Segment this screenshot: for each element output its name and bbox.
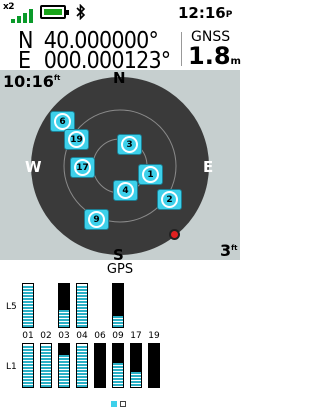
satellite-2[interactable]: 2 [157,189,182,210]
scale-readout: 3ft [220,241,238,260]
clock: 12:16P [178,4,232,22]
compass-east: E [203,158,214,176]
prn-label: 06 [94,331,106,341]
signal-bar-empty [131,344,141,372]
prn-label: 17 [130,331,142,341]
satellite-label: 3 [126,139,133,150]
prn-label: 03 [58,331,70,341]
signal-bar-fill [113,363,123,387]
signal-bar-l5 [58,283,70,328]
satellite-label: 1 [147,169,154,180]
prn-label: 04 [76,331,88,341]
signal-bar-empty [113,344,123,364]
band-label-l5: L5 [6,302,17,312]
clock-time: 12:16 [178,4,226,22]
prn-label: 02 [40,331,52,341]
signal-bar-fill [41,346,51,387]
elevation-readout: 10:16ft [3,72,60,91]
signal-bar-l1 [22,343,34,388]
satellite-1[interactable]: 1 [138,164,163,185]
prn-label: 01 [22,331,34,341]
gnss-accuracy-unit: m [230,56,241,67]
satellite-label: 9 [93,214,100,225]
signal-bar-l5 [112,283,124,328]
signal-strength-icon [11,9,35,23]
signal-bar-l5 [22,283,34,328]
compass-west: W [25,158,42,176]
elevation-value: 10:16 [3,72,54,91]
page-indicator[interactable] [111,392,129,411]
band-label-l1: L1 [6,362,17,372]
satellite-9[interactable]: 9 [84,209,109,230]
elevation-unit: ft [53,74,61,82]
signal-bar-fill [77,346,87,387]
signal-bar-fill [59,309,69,327]
bluetooth-icon [76,3,86,24]
page-dot[interactable] [120,401,126,407]
signal-bar-fill [59,354,69,387]
satellite-4[interactable]: 4 [113,180,138,201]
gnss-accuracy-value: 1.8 [188,42,231,70]
satellite-label: 19 [70,134,83,145]
signal-bar-fill [23,346,33,387]
gnss-accuracy: 1.8m [188,42,241,70]
signal-bar-l1 [148,343,160,388]
satellite-3[interactable]: 3 [117,134,142,155]
satellite-label: 4 [122,185,129,196]
scale-unit: ft [231,244,238,252]
signal-bar-empty [113,284,123,317]
signal-bar-l1 [112,343,124,388]
satellite-17[interactable]: 17 [70,157,95,178]
signal-bar-l1 [40,343,52,388]
constellation-title: GPS [106,262,134,277]
compass-north: N [113,69,126,87]
signal-bar-l1 [130,343,142,388]
divider [181,32,182,66]
prn-label: 19 [148,331,160,341]
signal-bar-fill [23,286,33,327]
signal-bar-l1 [58,343,70,388]
signal-bar-l1 [76,343,88,388]
signal-bar-fill [77,286,87,327]
signal-bar-l1 [94,343,106,388]
position-marker [169,229,180,240]
signal-bar-fill [113,316,123,327]
signal-bar-fill [131,371,141,387]
battery-icon [40,5,69,19]
clock-suffix: P [225,10,233,20]
satellite-label: 6 [59,116,66,127]
signal-bar-l5 [76,283,88,328]
scale-value: 3 [220,241,232,260]
signal-bar-empty [59,344,69,355]
page-dot-active[interactable] [111,401,117,407]
satellite-label: 17 [76,162,89,173]
satellite-label: 2 [166,194,173,205]
satellite-19[interactable]: 19 [64,129,89,150]
signal-bar-empty [59,284,69,310]
prn-label: 09 [112,331,124,341]
